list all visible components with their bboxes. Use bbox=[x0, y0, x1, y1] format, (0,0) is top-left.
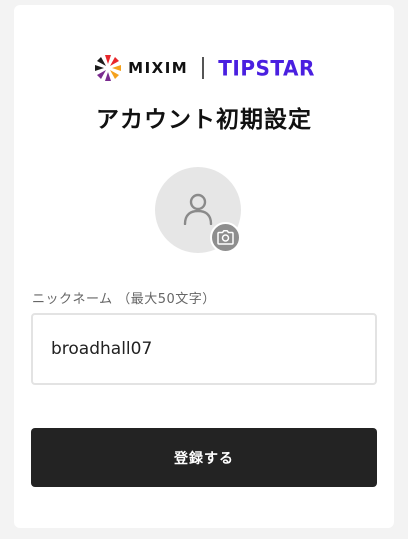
register-button[interactable]: 登録する bbox=[31, 428, 377, 487]
tipstar-logo: TIPSTAR bbox=[218, 55, 315, 81]
mixim-wordmark: MIXIM bbox=[128, 59, 189, 77]
change-avatar-button[interactable] bbox=[210, 222, 241, 253]
setup-card: MIXIM TIPSTAR アカウント初期設定 ニックネーム （最大50文字） … bbox=[14, 5, 394, 528]
mixim-logo: MIXIM bbox=[93, 53, 188, 83]
mixim-mark-icon bbox=[95, 55, 122, 81]
brand-logos: MIXIM TIPSTAR bbox=[14, 53, 394, 83]
nickname-input[interactable] bbox=[31, 313, 377, 385]
person-icon bbox=[183, 193, 213, 225]
page-title: アカウント初期設定 bbox=[96, 107, 312, 133]
logo-divider bbox=[202, 57, 205, 79]
nickname-label: ニックネーム （最大50文字） bbox=[32, 292, 216, 307]
camera-icon bbox=[217, 230, 234, 245]
